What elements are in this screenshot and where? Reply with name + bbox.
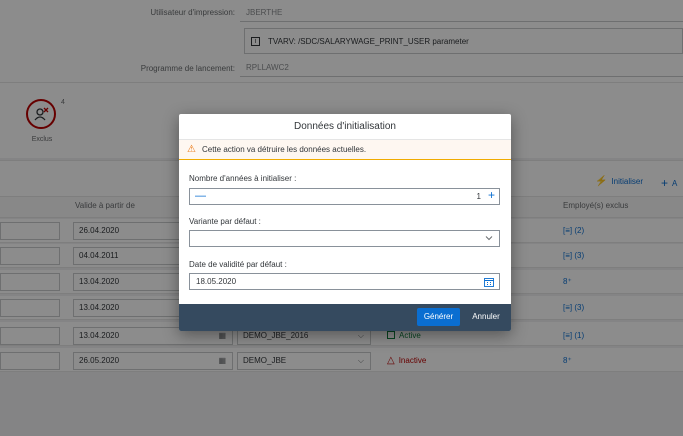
cancel-button[interactable]: Annuler	[465, 308, 507, 326]
dialog-footer	[179, 304, 511, 331]
dialog-title: Données d'initialisation	[179, 114, 511, 140]
years-value: 1	[476, 192, 481, 201]
date-label: Date de validité par défaut :	[189, 260, 287, 269]
variant-label: Variante par défaut :	[189, 217, 261, 226]
warning-icon: ⚠	[187, 143, 196, 155]
warning-text: Cette action va détruire les données act…	[201, 145, 367, 154]
warning-strip: ⚠ Cette action va détruire les données a…	[179, 140, 511, 160]
calendar-icon[interactable]	[484, 277, 494, 287]
years-stepper[interactable]: — 1 +	[189, 188, 500, 205]
init-dialog: Données d'initialisation ⚠ Cette action …	[179, 114, 511, 331]
variant-select[interactable]	[189, 230, 500, 247]
chevron-down-icon	[485, 236, 493, 241]
years-label: Nombre d'années à initialiser :	[189, 174, 297, 183]
date-input[interactable]: 18.05.2020	[189, 273, 500, 290]
minus-icon[interactable]: —	[195, 189, 206, 204]
date-value: 18.05.2020	[196, 277, 237, 286]
generate-button[interactable]: Générer	[417, 308, 460, 326]
plus-icon[interactable]: +	[488, 188, 495, 203]
